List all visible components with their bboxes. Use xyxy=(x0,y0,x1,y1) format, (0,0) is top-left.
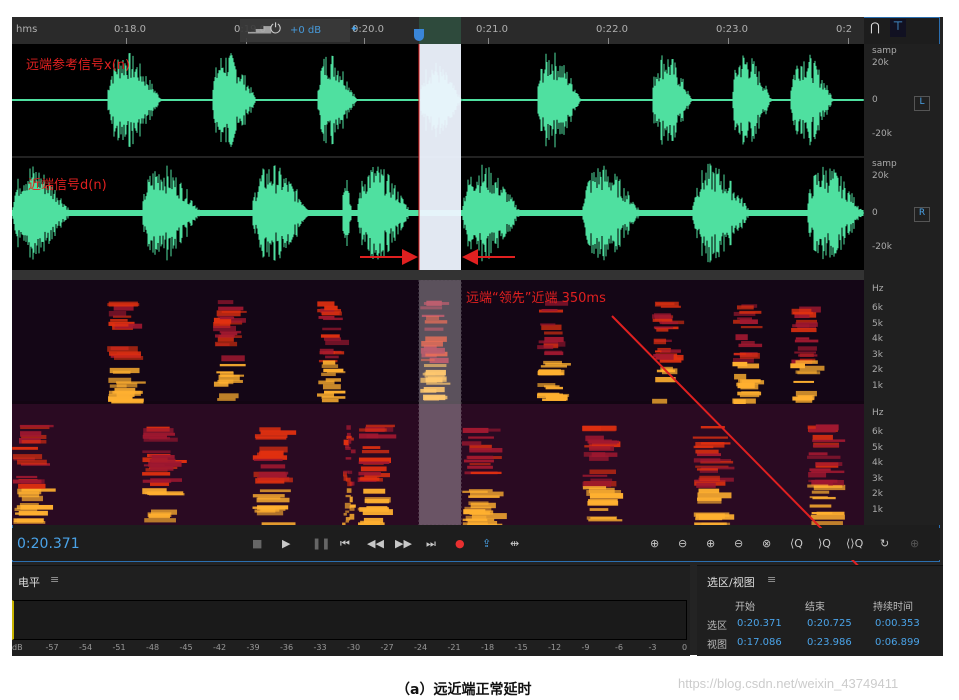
zoom-out-point-icon[interactable]: ⟩Q xyxy=(818,537,831,550)
zoom-in-point-icon[interactable]: ⟨Q xyxy=(790,537,803,550)
db-tick: -18 xyxy=(481,643,495,652)
header-duration: 持续时间 xyxy=(873,602,913,613)
channel-left-button[interactable]: L xyxy=(914,96,930,111)
record-button[interactable]: ● xyxy=(455,537,465,550)
db-tick: 0 xyxy=(682,643,688,652)
header-start: 开始 xyxy=(735,602,755,613)
db-tick: -54 xyxy=(79,643,93,652)
skip-start-button[interactable]: ⏮ xyxy=(340,537,350,551)
db-tick: -15 xyxy=(514,643,528,652)
panel-menu-icon[interactable]: ≡ xyxy=(50,573,59,586)
zoom-in-time-icon[interactable]: ⊕ xyxy=(706,537,715,550)
spec-tick: 5k xyxy=(872,319,883,329)
zoom-out-time-icon[interactable]: ⊖ xyxy=(734,537,743,550)
row-view-label: 视图 xyxy=(707,640,727,651)
db-tick: -57 xyxy=(45,643,59,652)
zoom-reset-icon[interactable]: ↻ xyxy=(880,537,889,550)
spec-tick: 2k xyxy=(872,489,883,499)
spec-tick: 2k xyxy=(872,365,883,375)
channel-right-button[interactable]: R xyxy=(914,207,930,222)
db-tick: -3 xyxy=(648,643,657,652)
zoom-in-amplitude-icon[interactable]: ⊕ xyxy=(650,537,659,550)
spec-tick: 5k xyxy=(872,443,883,453)
db-tick: -27 xyxy=(380,643,394,652)
spec-tick: 6k xyxy=(872,303,883,313)
spec-tick: 4k xyxy=(872,334,883,344)
transport-bar: 0:20.371 ■ ▶ ❚❚ ⏮ ◀◀ ▶▶ ⏭ ● ⇪ ⇹ ⊕ ⊖ ⊕ ⊖ … xyxy=(12,528,940,560)
db-tick: -42 xyxy=(213,643,227,652)
watermark: https://blog.csdn.net/weixin_43749411 xyxy=(678,676,899,691)
db-tick: -51 xyxy=(112,643,126,652)
pause-button[interactable]: ❚❚ xyxy=(312,537,330,550)
db-tick: -24 xyxy=(414,643,428,652)
wave-tick: 20k xyxy=(872,58,889,68)
spec-tick: 6k xyxy=(872,427,883,437)
spec-unit: Hz xyxy=(872,284,884,294)
db-tick: dB xyxy=(12,643,23,652)
wave-unit: samp xyxy=(872,46,897,56)
loop-button[interactable]: ⇪ xyxy=(482,537,491,550)
db-tick: -48 xyxy=(146,643,160,652)
level-panel: 电平 ≡ dB -57 -54 -51 -48 -45 -42 -39 -36 -33 -30 -27… xyxy=(12,565,690,656)
spec-unit: Hz xyxy=(872,408,884,418)
figure-caption: （a）远近端正常延时 xyxy=(396,682,532,698)
spec-tick: 4k xyxy=(872,458,883,468)
spec-tick: 3k xyxy=(872,474,883,484)
db-tick: -30 xyxy=(347,643,361,652)
skip-end-button[interactable]: ⏭ xyxy=(426,537,436,551)
zoom-selection-icon[interactable]: ⟨⟩Q xyxy=(846,537,863,550)
spec-tick: 1k xyxy=(872,381,883,391)
header-end: 结束 xyxy=(805,602,825,613)
db-tick: -33 xyxy=(313,643,327,652)
level-title: 电平 xyxy=(18,576,40,589)
db-tick: -12 xyxy=(548,643,562,652)
selection-end[interactable]: 0:20.725 xyxy=(807,618,852,629)
db-tick: -21 xyxy=(447,643,461,652)
wave-tick: 0 xyxy=(872,95,878,105)
view-start[interactable]: 0:17.086 xyxy=(737,637,782,648)
wave-tick: -20k xyxy=(872,129,892,139)
view-duration[interactable]: 0:06.899 xyxy=(875,637,920,648)
selection-title: 选区/视图 xyxy=(707,576,755,589)
rewind-button[interactable]: ◀◀ xyxy=(367,537,384,550)
stop-button[interactable]: ■ xyxy=(252,537,262,550)
wave-tick: -20k xyxy=(872,242,892,252)
view-end[interactable]: 0:23.986 xyxy=(807,637,852,648)
selection-start[interactable]: 0:20.371 xyxy=(737,618,782,629)
db-tick: -9 xyxy=(581,643,590,652)
skip-selection-button[interactable]: ⇹ xyxy=(510,537,519,550)
db-tick: -6 xyxy=(615,643,623,652)
level-meter xyxy=(12,600,687,640)
db-tick: -45 xyxy=(179,643,193,652)
wave-tick: 0 xyxy=(872,208,878,218)
selection-duration[interactable]: 0:00.353 xyxy=(875,618,920,629)
amplitude-axis: samp 20k 0 -20k samp 20k 0 -20k Hz 6k 5k 4k 3k 2k 1k Hz… xyxy=(864,44,940,525)
wave-tick: 20k xyxy=(872,171,889,181)
spec-tick: 1k xyxy=(872,505,883,515)
play-button[interactable]: ▶ xyxy=(282,537,290,550)
panel-menu-icon[interactable]: ≡ xyxy=(767,573,776,586)
db-tick: -39 xyxy=(246,643,260,652)
zoom-out-amplitude-icon[interactable]: ⊖ xyxy=(678,537,687,550)
row-selection-label: 选区 xyxy=(707,621,727,632)
wave-unit: samp xyxy=(872,159,897,169)
selection-view-panel: 选区/视图 ≡ 开始 结束 持续时间 选区 0:20.371 0:20.725 … xyxy=(697,565,943,656)
zoom-full-icon[interactable]: ⊗ xyxy=(762,537,771,550)
db-tick: -36 xyxy=(280,643,294,652)
fast-forward-button[interactable]: ▶▶ xyxy=(395,537,412,550)
spec-tick: 3k xyxy=(872,350,883,360)
annotation-arrows xyxy=(360,249,883,591)
current-time: 0:20.371 xyxy=(17,536,80,552)
zoom-track-icon[interactable]: ⊕ xyxy=(910,537,919,550)
